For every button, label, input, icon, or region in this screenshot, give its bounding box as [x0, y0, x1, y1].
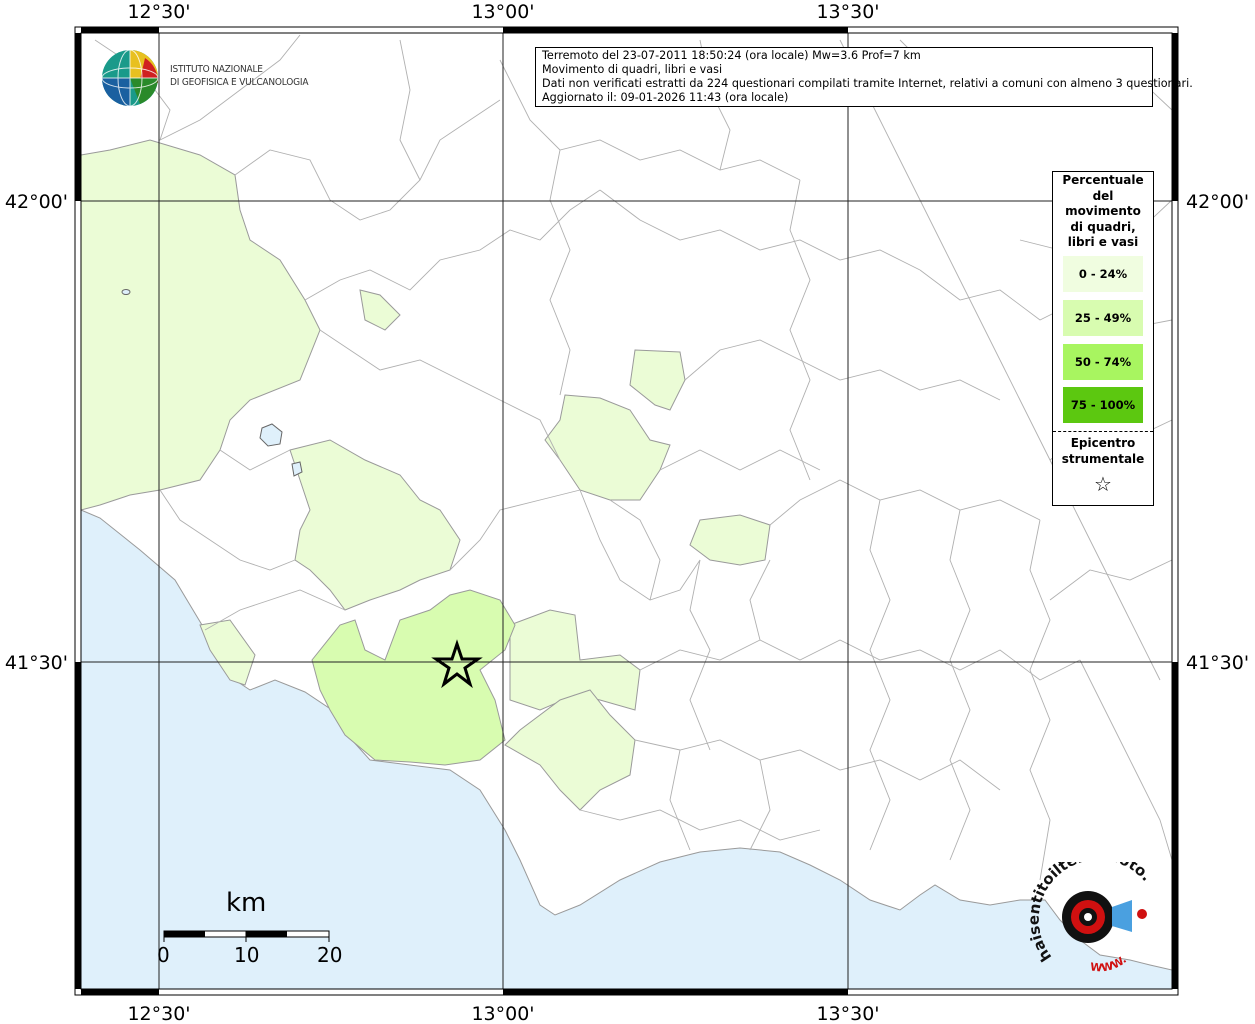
haisentitoilterremoto-logo: haisentitoilterremoto.it WWW. [1030, 862, 1156, 975]
legend-separator [1053, 431, 1153, 432]
legend-epicenter-label: Epicentro strumentale [1053, 436, 1153, 467]
legend-swatch-1: 25 - 49% [1063, 300, 1143, 336]
legend: Percentuale del movimento di quadri, lib… [1052, 171, 1154, 506]
legend-swatch-0: 0 - 24% [1063, 256, 1143, 292]
small-lake [121, 289, 131, 295]
logo-line-1: ISTITUTO NAZIONALE [170, 64, 263, 75]
svg-text:WWW.: WWW. [1090, 953, 1129, 975]
scale-tick-0: 0 [157, 943, 170, 967]
ingv-logo-text: ISTITUTO NAZIONALE DI GEOFISICA E VULCAN… [170, 63, 309, 89]
legend-title-line: libri e vasi [1067, 235, 1139, 249]
logo-line-2: DI GEOFISICA E VULCANOLOGIA [170, 77, 309, 88]
earthquake-info-box: Terremoto del 23-07-2011 18:50:24 (ora l… [535, 47, 1193, 107]
lon-label-bottom-3: 13°30' [816, 1003, 879, 1024]
lon-label-top-2: 13°00' [471, 1, 534, 23]
scale-unit: km [226, 888, 267, 918]
lat-label-right-1: 42°00' [1186, 191, 1249, 213]
lon-label-bottom-1: 12°30' [127, 1003, 190, 1024]
lat-label-left-2: 41°30' [5, 652, 68, 674]
lat-label-right-2: 41°30' [1186, 652, 1249, 674]
epicenter-line: strumentale [1061, 451, 1145, 466]
info-line-3: Dati non verificati estratti da 224 ques… [542, 77, 1193, 90]
lon-label-top-1: 12°30' [127, 1, 190, 23]
info-line-2: Movimento di quadri, libri e vasi [542, 63, 723, 76]
scale-tick-10: 10 [234, 943, 260, 967]
lat-label-left-1: 42°00' [5, 191, 68, 213]
info-line-4: Aggiornato il: 09-01-2026 11:43 (ora loc… [542, 91, 789, 104]
legend-title-line: movimento [1065, 204, 1141, 218]
legend-swatch-2: 50 - 74% [1063, 344, 1143, 380]
scale-tick-20: 20 [317, 943, 343, 967]
legend-title: Percentuale del movimento di quadri, lib… [1053, 173, 1153, 251]
lon-label-bottom-2: 13°00' [471, 1003, 534, 1024]
legend-title-line: del [1092, 188, 1114, 203]
epicenter-line: Epicentro [1070, 436, 1136, 450]
legend-star-icon: ☆ [1094, 472, 1112, 496]
legend-title-line: di quadri, [1070, 219, 1136, 234]
lon-label-top-3: 13°30' [816, 1, 879, 23]
legend-title-line: Percentuale [1062, 173, 1144, 187]
info-line-1: Terremoto del 23-07-2011 18:50:24 (ora l… [542, 49, 921, 62]
ingv-globe-icon [101, 49, 159, 107]
brand-www: WWW. [1090, 953, 1129, 975]
legend-swatch-3: 75 - 100% [1063, 387, 1143, 423]
